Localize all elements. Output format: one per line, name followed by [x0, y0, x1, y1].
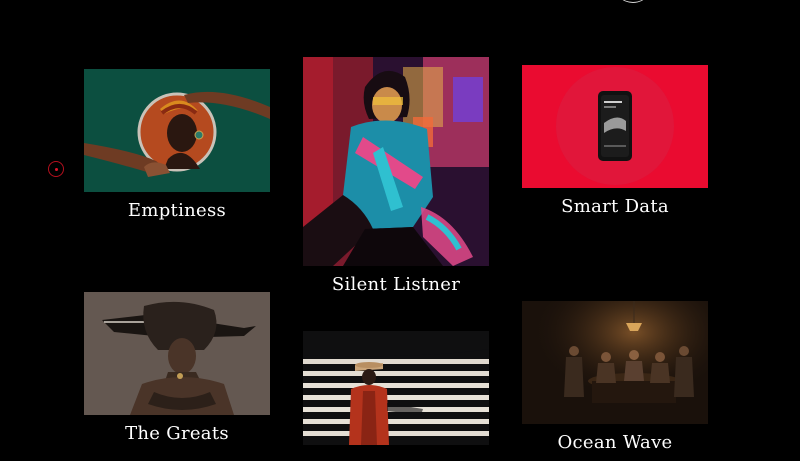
- cursor-indicator: [48, 161, 64, 177]
- project-thumbnail-the-greats[interactable]: [84, 292, 270, 415]
- project-thumbnail-ocean-wave[interactable]: [522, 301, 708, 424]
- project-card-emptiness[interactable]: Emptiness: [84, 69, 270, 229]
- project-thumbnail-silent-listner[interactable]: [303, 57, 489, 266]
- project-thumbnail-street[interactable]: [303, 331, 489, 445]
- project-title-silent-listner[interactable]: Silent Listner: [303, 274, 489, 295]
- project-title-smart-data[interactable]: Smart Data: [522, 196, 708, 217]
- project-card-smart-data[interactable]: Smart Data: [522, 65, 708, 225]
- project-card-ocean-wave[interactable]: Ocean Wave: [522, 301, 708, 461]
- project-card-street[interactable]: [303, 331, 489, 445]
- brand-logo[interactable]: [614, 0, 652, 3]
- project-title-the-greats[interactable]: The Greats: [84, 423, 270, 444]
- project-card-the-greats[interactable]: The Greats: [84, 292, 270, 452]
- project-thumbnail-emptiness[interactable]: [84, 69, 270, 192]
- project-card-silent-listner[interactable]: Silent Listner: [303, 57, 489, 299]
- project-thumbnail-smart-data[interactable]: [522, 65, 708, 188]
- project-title-emptiness[interactable]: Emptiness: [84, 200, 270, 221]
- project-title-ocean-wave[interactable]: Ocean Wave: [522, 432, 708, 453]
